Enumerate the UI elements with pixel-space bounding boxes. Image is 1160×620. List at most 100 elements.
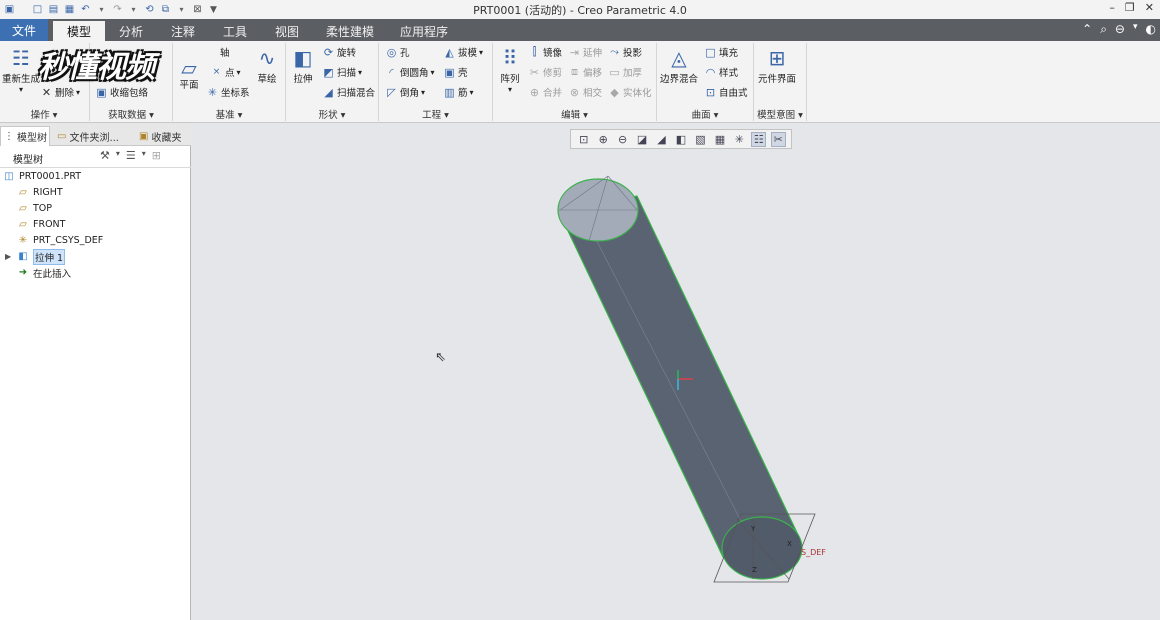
group-label-shapes[interactable]: 形状 ▾	[286, 107, 378, 121]
freestyle-button[interactable]: ⊡ 自由式	[704, 85, 748, 100]
boundary-blend-button[interactable]: ◬ 边界混合	[660, 45, 698, 85]
draft-button[interactable]: ◭ 拔模 ▾	[443, 45, 483, 60]
offset-icon: ⧈	[571, 65, 578, 78]
tree-item-top[interactable]: ▱ TOP	[17, 201, 52, 216]
tree-item-part[interactable]: ◫ PRT0001.PRT	[3, 169, 81, 184]
mirror-icon: ⫿	[532, 45, 537, 58]
intersect-icon: ⊗	[569, 85, 580, 99]
mirror-button[interactable]: ⫿ 镜像	[528, 45, 562, 59]
mouse-cursor-icon: ⇖	[435, 350, 446, 365]
delete-button[interactable]: ✕ 删除 ▾	[40, 85, 80, 100]
navigator-tabs: ⋮ 模型树 ▭ 文件夹浏... ▣ 收藏夹	[0, 124, 191, 146]
tab-file[interactable]: 文件	[0, 19, 48, 41]
tree-filter-icon[interactable]: ☰	[126, 149, 136, 162]
restore-icon[interactable]: ❐	[1125, 1, 1135, 14]
tab-view[interactable]: 视图	[263, 21, 311, 41]
tab-applications[interactable]: 应用程序	[389, 21, 459, 41]
tree-item-extrude[interactable]: ◧ 拉伸 1	[17, 248, 66, 265]
regenerate-button[interactable]: ☷ 重新生成 ▾	[2, 45, 40, 94]
tree-expand-icon[interactable]: ▶	[5, 252, 11, 261]
chamfer-icon: ◸	[387, 85, 396, 99]
tree-filter-dropdown-icon[interactable]: ▾	[142, 149, 146, 162]
component-interface-button[interactable]: ⊞ 元件界面	[758, 45, 796, 85]
cylinder-model[interactable]: Y X Z S_DEF	[192, 124, 1160, 620]
tab-favorites[interactable]: ▣ 收藏夹	[136, 126, 190, 146]
datum-plane-icon: ▱	[19, 219, 27, 230]
tree-item-csys[interactable]: ✳ PRT_CSYS_DEF	[17, 233, 103, 248]
chamfer-button[interactable]: ◸ 倒角 ▾	[385, 85, 425, 100]
tree-settings-icon[interactable]: ⚒	[100, 149, 110, 162]
solidify-button[interactable]: ◆ 实体化	[608, 85, 651, 100]
graphics-viewport[interactable]: ⊡ ⊕ ⊖ ◪ ◢ ◧ ▧ ▦ ✳ ☷ ✂ Y X Z S_DEF ⇖	[192, 124, 1160, 620]
offset-button[interactable]: ⧈ 偏移	[568, 65, 602, 79]
merge-icon: ⊕	[529, 85, 540, 99]
group-label-datum[interactable]: 基准 ▾	[173, 107, 285, 121]
revolve-button[interactable]: ⟳ 旋转	[322, 45, 356, 60]
extrude-icon: ◧	[293, 46, 313, 70]
tree-item-front[interactable]: ▱ FRONT	[17, 217, 65, 232]
axis-label-y: Y	[750, 525, 756, 533]
style-icon: ◠	[705, 65, 716, 79]
boundary-blend-icon: ◬	[671, 46, 687, 70]
group-label-operations[interactable]: 操作 ▾	[0, 107, 88, 121]
info-icon[interactable]: ◐	[1146, 22, 1156, 37]
regenerate-icon: ☷	[12, 46, 30, 70]
draft-icon: ◭	[445, 45, 454, 59]
search-icon[interactable]: ⌕	[1100, 22, 1107, 37]
tree-columns-icon[interactable]: ⊞	[152, 149, 161, 162]
cylinder-body[interactable]	[558, 195, 801, 558]
ribbon-panel: ☷ 重新生成 ▾ ✕ 删除 ▾ 操作 ▾ ▣ 收缩包络 获取数据 ▾ ▱ 平面 …	[0, 41, 1160, 123]
favorites-icon: ▣	[139, 130, 149, 142]
tree-settings-dropdown-icon[interactable]: ▾	[116, 149, 120, 162]
extend-button[interactable]: ⇥ 延伸	[568, 45, 602, 60]
extrude-icon: ◧	[18, 251, 28, 262]
intersect-button[interactable]: ⊗ 相交	[568, 85, 602, 100]
component-interface-icon: ⊞	[768, 46, 786, 70]
group-separator	[806, 43, 807, 121]
rib-button[interactable]: ▥ 筋 ▾	[443, 85, 473, 100]
tab-folder-browser[interactable]: ▭ 文件夹浏...	[54, 126, 132, 146]
shell-icon: ▣	[444, 65, 455, 79]
tab-annotate[interactable]: 注释	[159, 21, 207, 41]
coord-sys-button[interactable]: ✳ 坐标系	[206, 85, 250, 100]
minimize-ribbon-icon[interactable]: ⌃	[1082, 22, 1092, 37]
tab-flexible-modeling[interactable]: 柔性建模	[315, 21, 385, 41]
title-bar: ▣ □ ▤ ▦ ↶ ▾ ↷ ▾ ⟲ ⧉ ▾ ⊠ ▼ PRT0001 (活动的) …	[0, 0, 1160, 19]
shell-button[interactable]: ▣ 壳	[443, 65, 467, 80]
tree-item-right[interactable]: ▱ RIGHT	[17, 185, 63, 200]
round-button[interactable]: ◜ 倒圆角 ▾	[385, 65, 434, 80]
shrinkwrap-button[interactable]: ▣ 收缩包络	[95, 85, 148, 100]
sweep-button[interactable]: ◩ 扫描 ▾	[322, 65, 362, 80]
tree-item-insert-here[interactable]: ➜ 在此插入	[17, 265, 71, 280]
delete-icon: ✕	[41, 85, 52, 99]
tab-analysis[interactable]: 分析	[107, 21, 155, 41]
model-tree-icon: ⋮	[4, 131, 14, 142]
group-label-get-data[interactable]: 获取数据 ▾	[90, 107, 172, 121]
minimize-icon[interactable]: –	[1109, 1, 1115, 14]
help-icon[interactable]: ⊖	[1115, 22, 1125, 37]
coord-sys-icon: ✳	[207, 85, 218, 99]
fill-button[interactable]: □ 填充	[704, 45, 738, 60]
pattern-button[interactable]: ⠿ 阵列 ▾	[497, 45, 523, 94]
menu-right-tools: ⌃ ⌕ ⊖ ▾ ◐	[1082, 22, 1156, 37]
help-dropdown-icon[interactable]: ▾	[1133, 22, 1138, 37]
merge-button[interactable]: ⊕ 合并	[528, 85, 562, 100]
project-button[interactable]: ⤳ 投影	[608, 45, 642, 59]
group-label-editing[interactable]: 编辑 ▾	[493, 107, 656, 121]
close-icon[interactable]: ✕	[1145, 1, 1154, 14]
tab-model-tree[interactable]: ⋮ 模型树	[0, 126, 50, 146]
swept-blend-button[interactable]: ◢ 扫描混合	[322, 85, 375, 100]
trim-button[interactable]: ✂ 修剪	[528, 65, 562, 80]
group-label-model-intent[interactable]: 模型意图 ▾	[754, 107, 806, 121]
group-label-engineering[interactable]: 工程 ▾	[379, 107, 492, 121]
csys-label: S_DEF	[801, 548, 826, 557]
hole-button[interactable]: ◎ 孔	[385, 45, 410, 60]
style-button[interactable]: ◠ 样式	[704, 65, 738, 80]
axis-button[interactable]: 轴	[220, 45, 230, 59]
extrude-button[interactable]: ◧ 拉伸	[290, 45, 316, 85]
tab-tools[interactable]: 工具	[211, 21, 259, 41]
sketch-button[interactable]: ∿ 草绘	[254, 45, 280, 85]
thicken-button[interactable]: ▭ 加厚	[608, 65, 642, 80]
group-label-surfaces[interactable]: 曲面 ▾	[657, 107, 753, 121]
tab-model[interactable]: 模型	[53, 21, 105, 41]
